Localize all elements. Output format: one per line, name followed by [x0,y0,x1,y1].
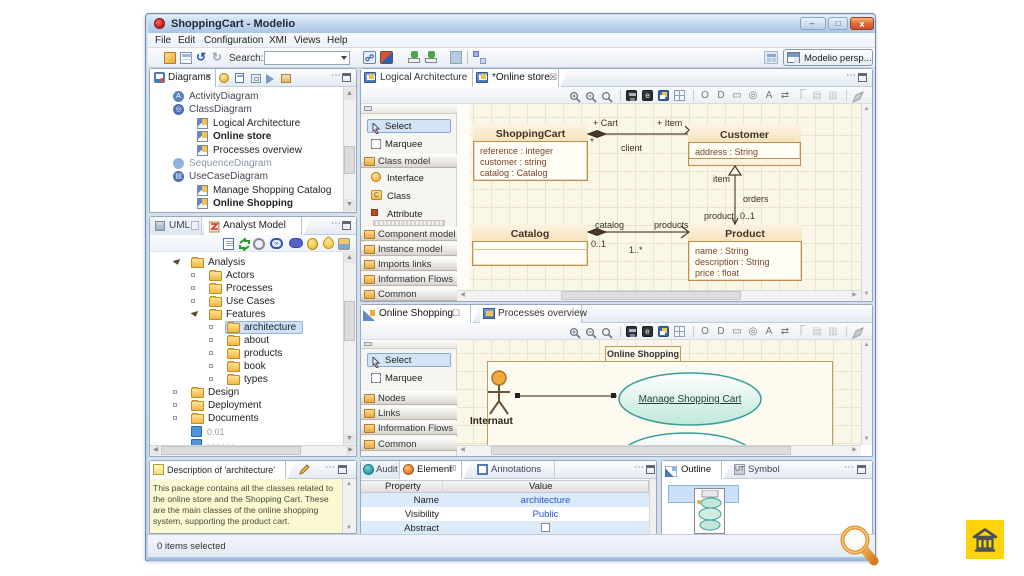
svg-text:Manage Shopping Cart: Manage Shopping Cart [639,394,742,405]
